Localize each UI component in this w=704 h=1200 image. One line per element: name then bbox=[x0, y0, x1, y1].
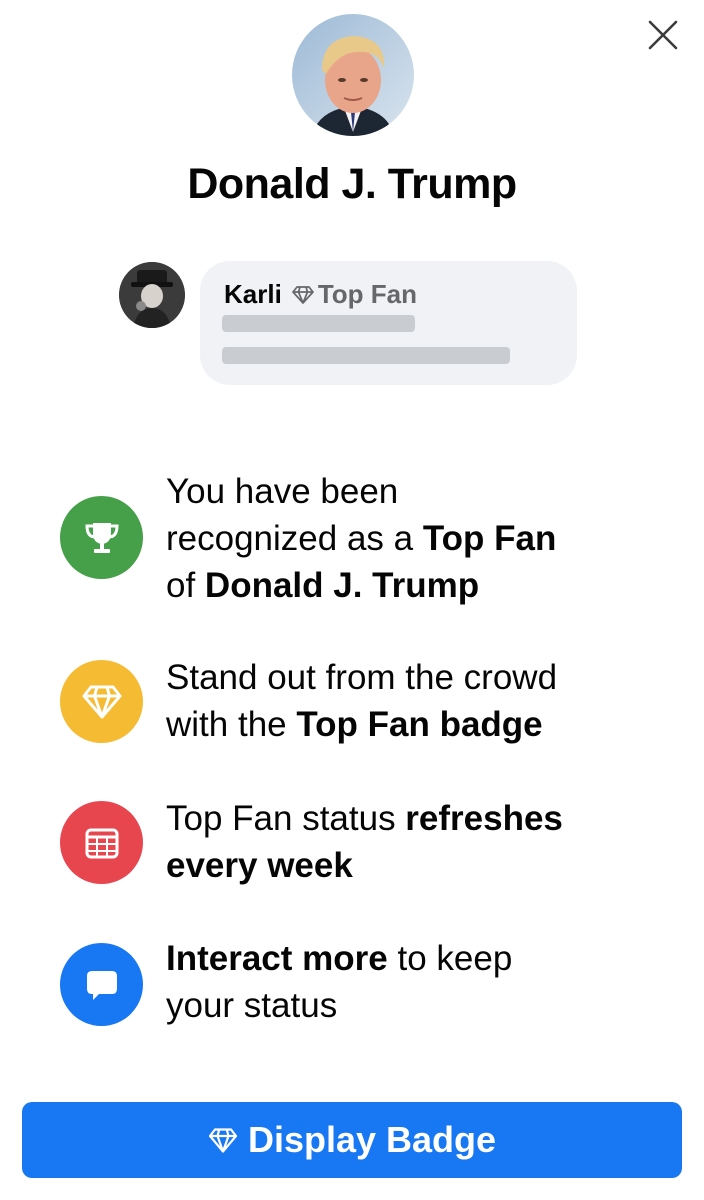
feature-text: Interact more to keep your status bbox=[166, 939, 513, 1025]
display-badge-label: Display Badge bbox=[247, 1119, 497, 1160]
display-badge-button[interactable]: Display Badge bbox=[22, 1102, 682, 1178]
page-name-title: Donald J. Trump bbox=[187, 160, 517, 208]
speech-bubble-icon bbox=[60, 943, 143, 1026]
diamond-icon bbox=[60, 660, 143, 743]
comment-preview-bubble: Karli Top Fan bbox=[200, 261, 577, 385]
calendar-icon bbox=[60, 801, 143, 884]
placeholder-line bbox=[222, 315, 415, 332]
feature-text: Top Fan status refreshes every week bbox=[166, 799, 563, 885]
feature-text: Stand out from the crowd with the Top Fa… bbox=[166, 658, 558, 744]
feature-text: You have been recognized as a Top Fan of… bbox=[166, 472, 557, 605]
trophy-icon bbox=[60, 496, 143, 579]
commenter-avatar bbox=[119, 262, 185, 328]
close-icon bbox=[648, 20, 678, 50]
placeholder-line bbox=[222, 347, 510, 364]
commenter-name: Karli bbox=[224, 279, 282, 309]
top-fan-badge-label: Top Fan bbox=[317, 279, 417, 309]
diamond-icon bbox=[208, 1127, 238, 1154]
comment-header: Karli Top Fan bbox=[224, 279, 417, 310]
diamond-icon bbox=[291, 285, 314, 305]
close-button[interactable] bbox=[646, 18, 680, 52]
page-profile-avatar bbox=[292, 14, 414, 136]
